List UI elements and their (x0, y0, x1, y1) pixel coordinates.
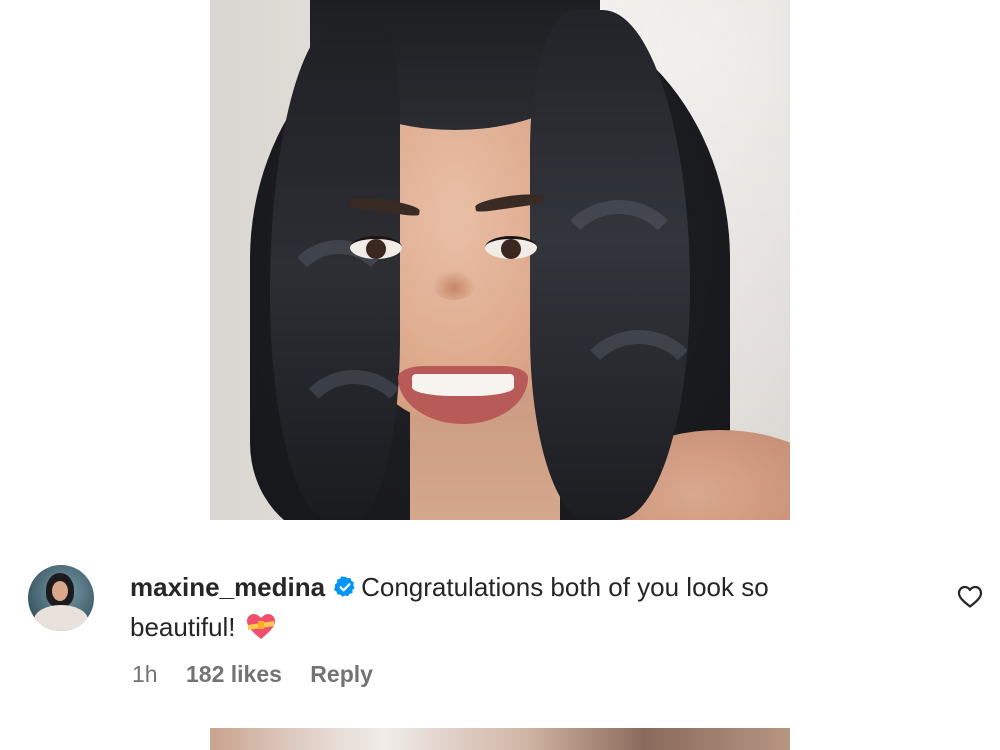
post-image[interactable] (210, 0, 790, 520)
photo-left-eye (350, 236, 402, 259)
photo-nose (432, 270, 476, 300)
photo-hair-wave (550, 200, 688, 338)
heart-outline-icon[interactable] (957, 585, 983, 609)
next-post-image[interactable] (210, 728, 790, 750)
avatar-face (52, 581, 68, 601)
comment-text-line1: Congratulations both of you look so (361, 572, 769, 602)
instagram-comment-view: maxine_medina Congratulations both of yo… (0, 0, 1000, 750)
photo-hair-wave (570, 330, 708, 468)
comment-meta: 1h 182 likes Reply (132, 657, 395, 691)
verified-badge-icon (334, 576, 355, 597)
reply-button[interactable]: Reply (310, 661, 373, 687)
comment-text-line2: beautiful! (130, 612, 236, 642)
avatar-dress (34, 605, 88, 631)
photo-right-eye (485, 236, 537, 259)
commenter-avatar[interactable] (28, 565, 94, 631)
comment-timestamp: 1h (132, 661, 158, 687)
comment-like-count[interactable]: 182 likes (186, 661, 282, 687)
comment-username[interactable]: maxine_medina (130, 572, 325, 602)
comment-text-block: maxine_medina Congratulations both of yo… (130, 567, 850, 647)
heart-with-ribbon-emoji-icon (246, 614, 275, 639)
photo-hair-wave (290, 370, 418, 498)
